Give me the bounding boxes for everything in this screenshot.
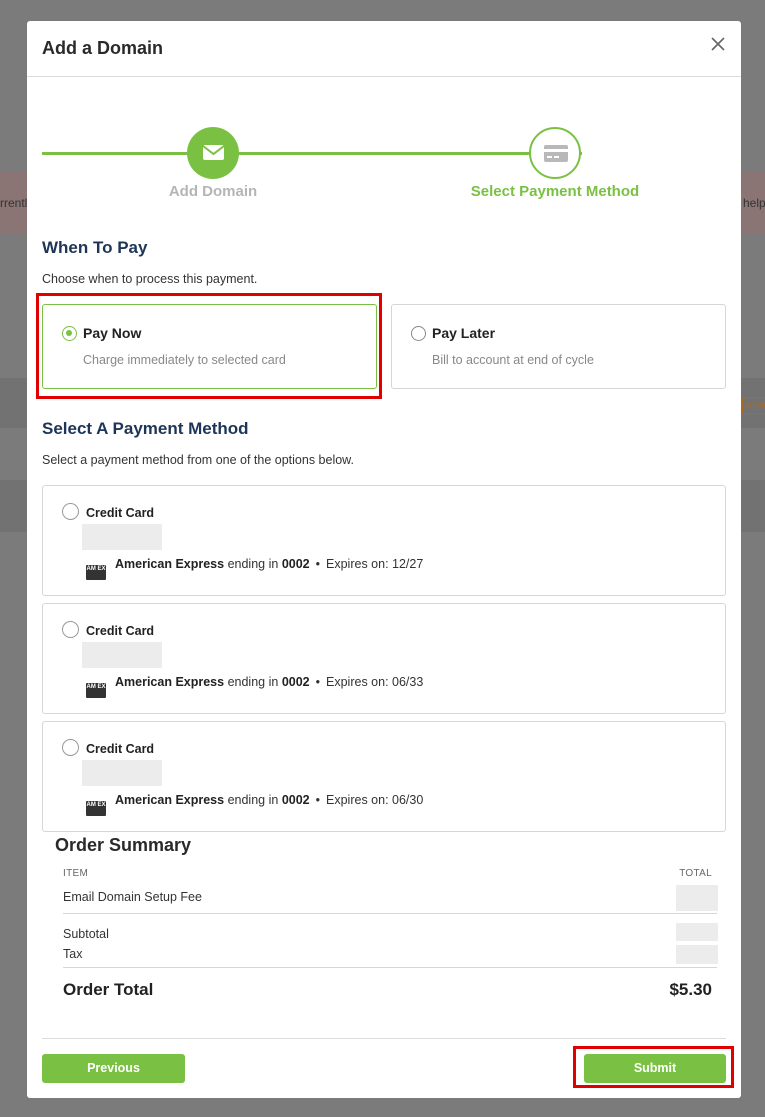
card-ending-text: ending in bbox=[227, 675, 279, 689]
subtotal-label: Subtotal bbox=[63, 927, 109, 941]
credit-card-label: Credit Card bbox=[86, 742, 155, 756]
separator-dot: • bbox=[315, 557, 321, 571]
step-label-add-domain: Add Domain bbox=[168, 183, 258, 200]
line-item-label: Email Domain Setup Fee bbox=[63, 890, 202, 904]
progress-stepper: Add Domain Select Payment Method bbox=[27, 77, 741, 227]
card-name-placeholder bbox=[82, 760, 162, 786]
payment-method-heading: Select A Payment Method bbox=[42, 419, 249, 438]
envelope-icon bbox=[202, 145, 225, 160]
step-add-domain bbox=[187, 127, 239, 179]
previous-button[interactable]: Previous bbox=[42, 1054, 185, 1083]
amex-card-icon: AM EX bbox=[86, 565, 106, 580]
card-details: AM EX American Express ending in 0002 • Exp… bbox=[86, 793, 423, 816]
card-details: AM EX American Express ending in 0002 • Exp… bbox=[86, 557, 423, 580]
card-details: AM EX American Express ending in 0002 • Exp… bbox=[86, 675, 423, 698]
tax-label: Tax bbox=[63, 947, 83, 961]
card-last4: 0002 bbox=[281, 793, 310, 807]
pay-now-option[interactable]: Pay Now Charge immediately to selected c… bbox=[42, 304, 377, 389]
close-icon[interactable] bbox=[709, 35, 727, 53]
when-to-pay-subtitle: Choose when to process this payment. bbox=[42, 272, 258, 286]
credit-card-label: Credit Card bbox=[86, 624, 155, 638]
order-summary-heading: Order Summary bbox=[55, 835, 192, 855]
card-last4: 0002 bbox=[281, 675, 310, 689]
order-total-label: Order Total bbox=[63, 980, 154, 999]
separator-dot: • bbox=[315, 793, 321, 807]
separator-dot: • bbox=[315, 675, 321, 689]
card-expires-label: Expires on: bbox=[326, 793, 389, 807]
total-column-header: TOTAL bbox=[679, 868, 712, 879]
stepper-line bbox=[42, 152, 582, 155]
footer-divider bbox=[42, 1038, 726, 1039]
credit-card-icon bbox=[544, 145, 568, 162]
credit-card-radio[interactable] bbox=[62, 621, 79, 638]
pay-later-label: Pay Later bbox=[432, 325, 496, 341]
credit-card-radio[interactable] bbox=[62, 503, 79, 520]
credit-card-option[interactable]: Credit Card AM EX American Express ending… bbox=[42, 721, 726, 832]
card-brand: American Express bbox=[115, 557, 225, 571]
credit-card-option[interactable]: Credit Card AM EX American Express ending… bbox=[42, 603, 726, 714]
card-expiry: 12/27 bbox=[392, 557, 424, 571]
pay-later-option[interactable]: Pay Later Bill to account at end of cycl… bbox=[391, 304, 726, 389]
amex-card-icon: AM EX bbox=[86, 801, 106, 816]
amex-card-icon: AM EX bbox=[86, 683, 106, 698]
add-domain-modal: Add a Domain Add Domain Select Payment M… bbox=[27, 21, 741, 1098]
background-tag: mpo bbox=[742, 397, 765, 414]
background-text-right: help bbox=[743, 196, 765, 210]
credit-card-radio[interactable] bbox=[62, 739, 79, 756]
modal-title: Add a Domain bbox=[42, 38, 164, 58]
summary-divider bbox=[63, 967, 717, 968]
pay-now-radio[interactable] bbox=[62, 326, 77, 341]
subtotal-amount-placeholder bbox=[676, 923, 718, 941]
submit-button[interactable]: Submit bbox=[584, 1054, 726, 1083]
card-expires-label: Expires on: bbox=[326, 675, 389, 689]
card-ending-text: ending in bbox=[227, 557, 279, 571]
card-expiry: 06/30 bbox=[392, 793, 424, 807]
order-total-value: $5.30 bbox=[669, 980, 712, 999]
card-brand: American Express bbox=[115, 675, 225, 689]
pay-now-description: Charge immediately to selected card bbox=[83, 353, 286, 367]
modal-header: Add a Domain bbox=[27, 21, 741, 77]
tax-amount-placeholder bbox=[676, 945, 718, 964]
card-expires-label: Expires on: bbox=[326, 557, 389, 571]
credit-card-label: Credit Card bbox=[86, 506, 155, 520]
line-item-amount-placeholder bbox=[676, 885, 718, 911]
card-last4: 0002 bbox=[281, 557, 310, 571]
card-name-placeholder bbox=[82, 642, 162, 668]
credit-card-option[interactable]: Credit Card AM EX American Express ending… bbox=[42, 485, 726, 596]
pay-later-description: Bill to account at end of cycle bbox=[432, 353, 594, 367]
card-name-placeholder bbox=[82, 524, 162, 550]
step-label-select-payment: Select Payment Method bbox=[470, 183, 640, 200]
card-expiry: 06/33 bbox=[392, 675, 424, 689]
when-to-pay-heading: When To Pay bbox=[42, 238, 148, 257]
card-brand: American Express bbox=[115, 793, 225, 807]
pay-now-label: Pay Now bbox=[83, 325, 142, 341]
pay-later-radio[interactable] bbox=[411, 326, 426, 341]
payment-method-subtitle: Select a payment method from one of the … bbox=[42, 453, 354, 467]
item-column-header: ITEM bbox=[63, 868, 89, 879]
background-text-left: rrentl bbox=[0, 196, 28, 210]
step-select-payment bbox=[529, 127, 581, 179]
summary-divider bbox=[63, 913, 717, 914]
card-ending-text: ending in bbox=[227, 793, 279, 807]
